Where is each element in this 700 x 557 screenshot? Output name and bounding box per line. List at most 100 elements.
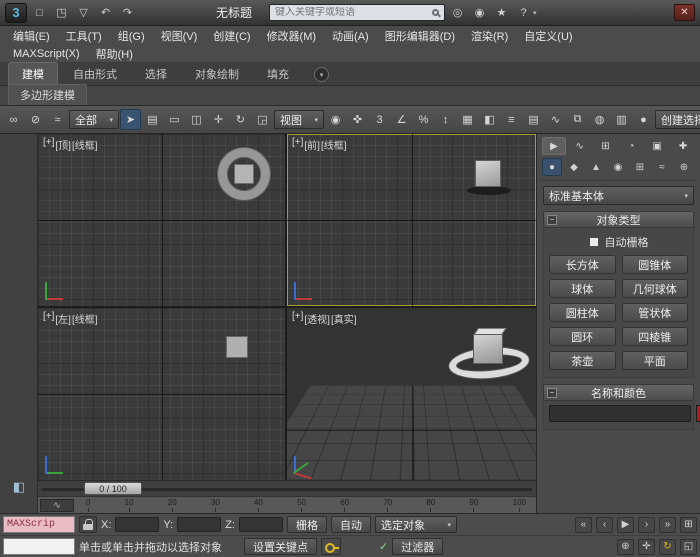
menu-create[interactable]: 创建(C) — [206, 26, 257, 46]
viewport-shading-menu[interactable]: [线框] — [72, 137, 98, 152]
select-object-icon[interactable]: ➤ — [120, 109, 141, 130]
z-coordinate-field[interactable] — [238, 517, 283, 532]
go-to-end-icon[interactable]: » — [659, 516, 676, 533]
selection-lock-button[interactable] — [79, 516, 97, 533]
help-icon[interactable]: ? — [514, 4, 533, 22]
cone-button[interactable]: 圆锥体 — [621, 255, 688, 274]
menu-rendering[interactable]: 渲染(R) — [464, 26, 515, 46]
menu-animation[interactable]: 动画(A) — [325, 26, 376, 46]
viewport-perspective[interactable]: [+] [透视] [真实] — [287, 308, 536, 480]
helpers-category-icon[interactable]: ⊞ — [630, 158, 650, 176]
box-object-left-view[interactable] — [226, 336, 248, 358]
angle-snap-icon[interactable]: ∠ — [391, 109, 412, 130]
redo-icon[interactable]: ↷ — [118, 4, 137, 22]
select-and-move-icon[interactable]: ✛ — [208, 109, 229, 130]
box-button[interactable]: 长方体 — [549, 255, 616, 274]
select-and-link-icon[interactable]: ∞ — [3, 109, 24, 130]
pan-viewport-icon[interactable]: ✛ — [638, 538, 655, 555]
viewport-front-active[interactable]: [+] [前] [线框] — [287, 134, 536, 306]
select-and-rotate-icon[interactable]: ↻ — [230, 109, 251, 130]
material-editor-icon[interactable]: ◍ — [589, 109, 610, 130]
box-object-perspective[interactable] — [473, 334, 503, 364]
viewport-pov-menu[interactable]: [顶] — [55, 137, 71, 152]
maxscript-mini-listener[interactable] — [3, 538, 75, 555]
help-caret-icon[interactable]: ▾ — [533, 9, 537, 17]
application-menu-button[interactable]: 3 — [5, 2, 27, 23]
previous-frame-icon[interactable]: ‹ — [596, 516, 613, 533]
pyramid-button[interactable]: 四棱锥 — [621, 327, 688, 346]
mini-curve-editor-button[interactable]: ∿ — [40, 499, 74, 512]
rollout-collapse-icon[interactable]: − — [547, 215, 557, 225]
viewport-pov-menu[interactable]: [前] — [304, 137, 320, 152]
viewport-shading-menu[interactable]: [线框] — [321, 137, 347, 152]
create-panel-tab-icon[interactable]: ▶ — [542, 137, 566, 155]
key-filters-button[interactable]: 过滤器 — [392, 538, 444, 555]
ribbon-tab-modeling[interactable]: 建模 — [8, 62, 58, 85]
cameras-category-icon[interactable]: ◉ — [608, 158, 628, 176]
shapes-category-icon[interactable]: ◆ — [564, 158, 584, 176]
unlink-selection-icon[interactable]: ⊘ — [25, 109, 46, 130]
teapot-button[interactable]: 茶壶 — [549, 351, 616, 370]
plane-button[interactable]: 平面 — [621, 351, 688, 370]
tube-button[interactable]: 管状体 — [621, 303, 688, 322]
motion-panel-tab-icon[interactable]: ◔ — [619, 137, 643, 155]
object-color-swatch[interactable] — [696, 405, 700, 422]
viewport-pov-menu[interactable]: [透视] — [304, 311, 330, 326]
window-crossing-icon[interactable]: ◫ — [186, 109, 207, 130]
percent-snap-icon[interactable]: % — [413, 109, 434, 130]
grid-size-button[interactable]: 栅格 — [286, 516, 327, 533]
viewport-general-menu[interactable]: [+] — [292, 311, 303, 326]
ribbon-tab-object-paint[interactable]: 对象绘制 — [182, 63, 252, 85]
viewport-pov-menu[interactable]: [左] — [55, 311, 71, 326]
use-pivot-center-icon[interactable]: ◉ — [325, 109, 346, 130]
sphere-button[interactable]: 球体 — [549, 279, 616, 298]
name-color-rollout-header[interactable]: − 名称和颜色 — [543, 384, 694, 401]
undo-icon[interactable]: ↶ — [96, 4, 115, 22]
autogrid-checkbox[interactable] — [588, 237, 599, 247]
menu-views[interactable]: 视图(V) — [154, 26, 205, 46]
sign-in-icon[interactable]: ◉ — [470, 4, 489, 22]
new-scene-icon[interactable]: □ — [30, 4, 49, 22]
named-selection-sets-dropdown[interactable]: 创建选择集▾ — [655, 110, 700, 129]
viewport-top[interactable]: [+] [顶] [线框] — [38, 134, 285, 306]
snap-toggle-3d-icon[interactable]: 3 — [369, 109, 390, 130]
viewport-shading-menu[interactable]: [真实] — [331, 311, 357, 326]
layer-manager-icon[interactable]: ▤ — [523, 109, 544, 130]
select-and-scale-icon[interactable]: ◲ — [252, 109, 273, 130]
selection-filter-dropdown[interactable]: 全部 ▾ — [69, 110, 119, 129]
menu-maxscript[interactable]: MAXScript(X) — [6, 46, 87, 62]
schematic-view-icon[interactable]: ⧉ — [567, 109, 588, 130]
box-object-top-view[interactable] — [234, 164, 254, 184]
curve-editor-icon[interactable]: ∿ — [545, 109, 566, 130]
hierarchy-panel-tab-icon[interactable]: ⊞ — [594, 137, 618, 155]
box-object-front-view[interactable] — [475, 160, 501, 187]
lights-category-icon[interactable]: ▲ — [586, 158, 606, 176]
ribbon-tab-selection[interactable]: 选择 — [132, 63, 180, 85]
next-frame-icon[interactable]: › — [638, 516, 655, 533]
play-animation-icon[interactable]: ▶ — [617, 516, 634, 533]
viewport-general-menu[interactable]: [+] — [292, 137, 303, 152]
menu-help[interactable]: 帮助(H) — [89, 44, 140, 64]
systems-category-icon[interactable]: ⊕ — [674, 158, 694, 176]
save-file-icon[interactable]: ▽ — [74, 4, 93, 22]
maximize-viewport-toggle-icon[interactable]: ◱ — [680, 538, 697, 555]
mirror-icon[interactable]: ◧ — [479, 109, 500, 130]
utilities-panel-tab-icon[interactable]: ✚ — [671, 137, 695, 155]
polygon-modeling-panel[interactable]: 多边形建模 — [8, 84, 87, 105]
key-selection-dropdown[interactable]: 选定对象 ▾ — [374, 516, 457, 533]
render-icon[interactable]: ● — [633, 109, 654, 130]
communication-center-icon[interactable]: ◎ — [448, 4, 467, 22]
time-slider-handle[interactable]: 0 / 100 — [84, 482, 142, 495]
ribbon-tab-populate[interactable]: 填充 — [254, 63, 302, 85]
orbit-viewport-icon[interactable]: ↻ — [659, 538, 676, 555]
menu-modifiers[interactable]: 修改器(M) — [260, 26, 324, 46]
space-warps-category-icon[interactable]: ≈ — [652, 158, 672, 176]
ribbon-minimize-toggle-icon[interactable]: ▾ — [314, 67, 329, 82]
time-configuration-icon[interactable]: ⊞ — [680, 516, 697, 533]
favorites-star-icon[interactable]: ★ — [492, 4, 511, 22]
zoom-viewport-icon[interactable]: ⊕ — [617, 538, 634, 555]
ribbon-tab-freeform[interactable]: 自由形式 — [60, 63, 130, 85]
set-keys-key-icon[interactable] — [321, 538, 341, 555]
geosphere-button[interactable]: 几何球体 — [621, 279, 688, 298]
menu-graph-editors[interactable]: 图形编辑器(D) — [378, 26, 462, 46]
